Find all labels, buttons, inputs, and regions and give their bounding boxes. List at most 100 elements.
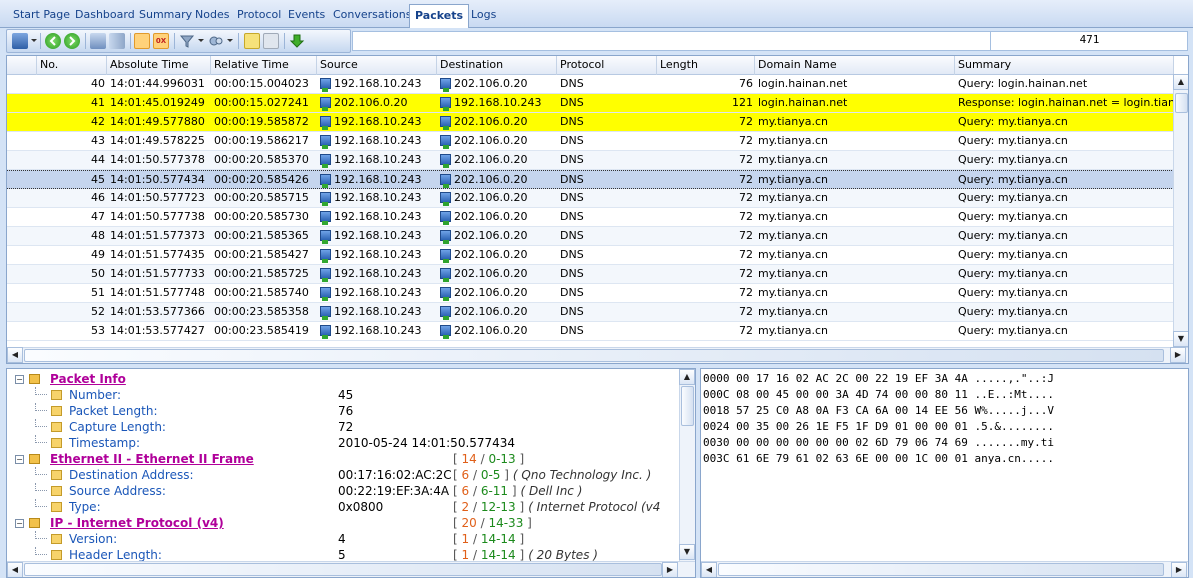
- cell-destination-text: 202.106.0.20: [454, 210, 528, 223]
- cell-destination-text: 202.106.0.20: [454, 173, 528, 186]
- scroll-up-icon[interactable]: ▲: [679, 369, 695, 385]
- column-header-absolute-time[interactable]: Absolute Time: [107, 56, 211, 75]
- table-row[interactable]: 40 14:01:44.996031 00:00:15.004023 192.168.…: [7, 75, 1174, 94]
- table-row[interactable]: 49 14:01:51.577435 00:00:21.585427 192.168.…: [7, 246, 1174, 265]
- tree-node-header[interactable]: − IP - Internet Protocol (v4) [ 20 / 14-33…: [7, 515, 677, 531]
- cell-summary-text: Query: my.tianya.cn: [958, 173, 1068, 186]
- table-row[interactable]: 45 14:01:50.577434 00:00:20.585426 192.168.…: [7, 170, 1174, 189]
- packet-list-hscroll-thumb[interactable]: [24, 349, 1164, 362]
- tab-packets[interactable]: Packets: [409, 4, 469, 28]
- table-row[interactable]: 52 14:01:53.577366 00:00:23.585358 192.168.…: [7, 303, 1174, 322]
- cell-summary: Response: login.hainan.net = login.tiany…: [955, 94, 1174, 112]
- table-row[interactable]: 53 14:01:53.577427 00:00:23.585419 192.168.…: [7, 322, 1174, 341]
- tab-events[interactable]: Events: [283, 6, 330, 26]
- tab-start-page[interactable]: Start Page: [8, 6, 75, 26]
- tree-view-icon[interactable]: [134, 33, 150, 49]
- cell-absolute-time: 14:01:53.577366: [107, 303, 211, 321]
- forward-icon[interactable]: [64, 33, 80, 49]
- packet-list-vscroll-thumb[interactable]: [1175, 93, 1188, 113]
- table-row[interactable]: 47 14:01:50.577738 00:00:20.585730 192.168.…: [7, 208, 1174, 227]
- layout-horizontal-icon[interactable]: [90, 33, 106, 49]
- edit-note-icon[interactable]: [244, 33, 260, 49]
- collapse-icon[interactable]: −: [15, 455, 24, 464]
- cell-summary-text: Query: my.tianya.cn: [958, 210, 1068, 223]
- tree-node-field[interactable]: Number: 45: [7, 387, 677, 403]
- decode-tree-hscroll-thumb[interactable]: [24, 563, 662, 576]
- decode-tree-hscroll[interactable]: ◀ ▶: [7, 561, 695, 577]
- cell-summary: Query: my.tianya.cn: [955, 322, 1174, 340]
- tab-logs[interactable]: Logs: [466, 6, 501, 26]
- download-icon[interactable]: [289, 33, 305, 49]
- table-row[interactable]: 48 14:01:51.577373 00:00:21.585365 192.168.…: [7, 227, 1174, 246]
- scroll-down-icon[interactable]: ▼: [1173, 331, 1188, 347]
- scroll-left-icon[interactable]: ◀: [701, 562, 717, 577]
- table-row[interactable]: 51 14:01:51.577748 00:00:21.585740 192.168.…: [7, 284, 1174, 303]
- collapse-icon[interactable]: −: [15, 375, 24, 384]
- cell-relative-time-text: 00:00:23.585419: [214, 324, 309, 337]
- tree-node-field[interactable]: Source Address: 00:22:19:EF:3A:4A[ 6 / 6-…: [7, 483, 677, 499]
- tab-summary[interactable]: Summary: [134, 6, 197, 26]
- hex-view-icon[interactable]: 0X: [153, 33, 169, 49]
- tab-dashboard[interactable]: Dashboard: [70, 6, 140, 26]
- table-row[interactable]: 43 14:01:49.578225 00:00:19.586217 192.168.…: [7, 132, 1174, 151]
- tree-node-header[interactable]: − Packet Info: [7, 371, 677, 387]
- back-icon[interactable]: [45, 33, 61, 49]
- scroll-up-icon[interactable]: ▲: [1173, 74, 1188, 90]
- cell-source: 192.168.10.243: [317, 265, 437, 283]
- tree-node-field[interactable]: Destination Address: 00:17:16:02:AC:2C[ 6…: [7, 467, 677, 483]
- table-row[interactable]: 41 14:01:45.019249 00:00:15.027241 202.106.…: [7, 94, 1174, 113]
- column-header-no[interactable]: No.: [37, 56, 107, 75]
- save-dropdown-icon[interactable]: [31, 39, 37, 42]
- column-header-length[interactable]: Length: [657, 56, 755, 75]
- field-icon: [51, 534, 62, 544]
- save-icon[interactable]: [12, 33, 28, 49]
- tab-conversations[interactable]: Conversations: [328, 6, 416, 26]
- host-icon: [320, 287, 331, 301]
- column-header-source[interactable]: Source: [317, 56, 437, 75]
- table-row[interactable]: 44 14:01:50.577378 00:00:20.585370 192.168.…: [7, 151, 1174, 170]
- scroll-down-icon[interactable]: ▼: [679, 544, 695, 560]
- scroll-left-icon[interactable]: ◀: [7, 347, 23, 363]
- table-row[interactable]: 42 14:01:49.577880 00:00:19.585872 192.168.…: [7, 113, 1174, 132]
- clear-icon[interactable]: [263, 33, 279, 49]
- hex-dump-hscroll[interactable]: ◀ ▶: [701, 561, 1188, 577]
- cell-protocol-text: DNS: [560, 77, 584, 90]
- tree-node-field[interactable]: Type: 0x0800 [ 2 / 12-13 ]( Internet Proto…: [7, 499, 677, 515]
- scroll-left-icon[interactable]: ◀: [7, 562, 23, 577]
- tab-nodes[interactable]: Nodes: [190, 6, 234, 26]
- packet-list-vscroll[interactable]: ▲ ▼: [1173, 74, 1188, 347]
- tree-field-value: 00:17:16:02:AC:2C: [338, 468, 452, 482]
- decode-tree-vscroll[interactable]: ▲ ▼: [679, 369, 695, 561]
- collapse-icon[interactable]: −: [15, 519, 24, 528]
- cell-source-text: 192.168.10.243: [334, 286, 422, 299]
- tree-node-field[interactable]: Timestamp: 2010-05-24 14:01:50.577434: [7, 435, 677, 451]
- tree-node-field[interactable]: Packet Length: 76: [7, 403, 677, 419]
- tab-protocol[interactable]: Protocol: [232, 6, 286, 26]
- cell-summary: Query: my.tianya.cn: [955, 171, 1174, 189]
- column-header-summary[interactable]: Summary: [955, 56, 1174, 75]
- tree-node-header[interactable]: − Ethernet II - Ethernet II Frame [ 14 / 0…: [7, 451, 677, 467]
- table-row[interactable]: 50 14:01:51.577733 00:00:21.585725 192.168.…: [7, 265, 1174, 284]
- tree-node-field[interactable]: Version: 4 [ 1 / 14-14 ]: [7, 531, 677, 547]
- column-header-destination[interactable]: Destination: [437, 56, 557, 75]
- filter-icon[interactable]: [179, 33, 195, 49]
- hex-dump-hscroll-thumb[interactable]: [718, 563, 1164, 576]
- hex-line: 0018 57 25 C0 A8 0A F3 CA 6A 00 14 EE 56…: [703, 404, 1054, 417]
- decode-dropdown-icon[interactable]: [227, 39, 233, 42]
- column-header-relative-time[interactable]: Relative Time: [211, 56, 317, 75]
- cell-source-text: 192.168.10.243: [334, 134, 422, 147]
- decode-icon[interactable]: [208, 33, 224, 49]
- column-header-domain-name[interactable]: Domain Name: [755, 56, 955, 75]
- scroll-right-icon[interactable]: ▶: [1171, 562, 1187, 577]
- tree-node-field[interactable]: Capture Length: 72: [7, 419, 677, 435]
- scroll-right-icon[interactable]: ▶: [662, 562, 678, 577]
- layout-vertical-icon[interactable]: [109, 33, 125, 49]
- scroll-right-icon[interactable]: ▶: [1170, 347, 1186, 363]
- host-icon: [440, 174, 451, 188]
- packet-list-hscroll[interactable]: ◀ ▶: [7, 347, 1188, 363]
- column-header-protocol[interactable]: Protocol: [557, 56, 657, 75]
- filter-dropdown-icon[interactable]: [198, 39, 204, 42]
- table-row[interactable]: 46 14:01:50.577723 00:00:20.585715 192.168.…: [7, 189, 1174, 208]
- decode-tree-vscroll-thumb[interactable]: [681, 386, 694, 426]
- cell-absolute-time-text: 14:01:45.019249: [110, 96, 205, 109]
